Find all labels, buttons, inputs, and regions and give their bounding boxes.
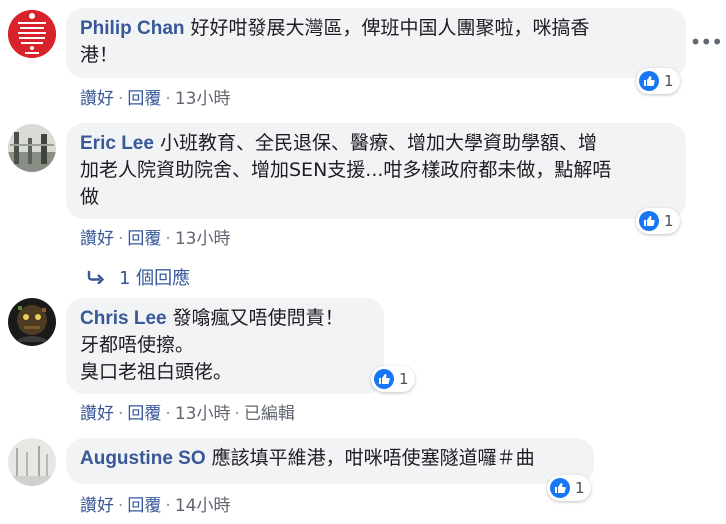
- separator: ·: [165, 404, 171, 424]
- avatar[interactable]: [8, 298, 56, 346]
- reaction-count: 1: [575, 479, 585, 497]
- reply-button[interactable]: 回覆: [127, 89, 161, 109]
- reply-arrow-icon: [87, 268, 105, 289]
- timestamp[interactable]: 13小時: [175, 89, 231, 109]
- comment-bubble: Philip Chan 好好咁發展大灣區，俾班中国人團聚啦，咪搞香 港！: [66, 8, 686, 78]
- comment-text: 小班教育、全民退保、醫療、增加大學資助學額、增 加老人院資助院舍、增加SEN支援…: [80, 132, 612, 208]
- thumbs-up-icon: [639, 71, 659, 91]
- edited-label[interactable]: 已編輯: [244, 404, 295, 424]
- reaction-summary[interactable]: 1: [371, 366, 415, 392]
- comment-actions: 讚好 · 回覆 · 13小時: [80, 84, 230, 109]
- comment-author[interactable]: Augustine SO: [80, 448, 206, 469]
- thumbs-up-icon: [374, 369, 394, 389]
- reaction-count: 1: [664, 72, 674, 90]
- avatar[interactable]: [8, 10, 56, 58]
- more-icon[interactable]: •••: [690, 30, 723, 54]
- avatar-image: [8, 298, 56, 346]
- reaction-count: 1: [664, 212, 674, 230]
- separator: ·: [118, 89, 124, 109]
- separator: ·: [234, 404, 240, 424]
- comment-author[interactable]: Philip Chan: [80, 18, 185, 39]
- reaction-summary[interactable]: 1: [636, 208, 680, 234]
- comment-actions: 讚好 · 回覆 · 14小時: [80, 491, 230, 516]
- separator: ·: [118, 496, 124, 516]
- avatar[interactable]: [8, 438, 56, 486]
- replies-label: 1 個回應: [119, 268, 191, 289]
- comment-actions: 讚好 · 回覆 · 13小時: [80, 224, 230, 249]
- like-button[interactable]: 讚好: [80, 496, 114, 516]
- separator: ·: [165, 229, 171, 249]
- thumbs-up-icon: [550, 478, 570, 498]
- view-replies-link[interactable]: 1 個回應: [87, 264, 190, 290]
- thumbs-up-icon: [639, 211, 659, 231]
- comment-bubble: Eric Lee 小班教育、全民退保、醫療、增加大學資助學額、增 加老人院資助院舍…: [66, 123, 686, 219]
- separator: ·: [118, 229, 124, 249]
- reaction-count: 1: [399, 370, 409, 388]
- like-button[interactable]: 讚好: [80, 229, 114, 249]
- reply-button[interactable]: 回覆: [127, 229, 161, 249]
- comment-author[interactable]: Chris Lee: [80, 308, 167, 329]
- comment-bubble: Augustine SO 應該填平維港，咁咪唔使塞隧道囉＃曲: [66, 438, 594, 484]
- comment-bubble: Chris Lee 發噏瘋又唔使問責！ 牙都唔使擦。 臭口老祖白頭佬。: [66, 298, 384, 394]
- timestamp[interactable]: 13小時: [175, 229, 231, 249]
- comment-author[interactable]: Eric Lee: [80, 133, 154, 154]
- reaction-summary[interactable]: 1: [636, 68, 680, 94]
- reaction-summary[interactable]: 1: [547, 475, 591, 501]
- reply-button[interactable]: 回覆: [127, 496, 161, 516]
- comment-actions: 讚好 · 回覆 · 13小時 · 已編輯: [80, 399, 295, 424]
- separator: ·: [118, 404, 124, 424]
- reply-button[interactable]: 回覆: [127, 404, 161, 424]
- separator: ·: [165, 496, 171, 516]
- avatar-image: [8, 438, 56, 486]
- avatar[interactable]: [8, 124, 56, 172]
- comment-text: 應該填平維港，咁咪唔使塞隧道囉＃曲: [211, 447, 535, 469]
- timestamp[interactable]: 13小時: [175, 404, 231, 424]
- like-button[interactable]: 讚好: [80, 404, 114, 424]
- like-button[interactable]: 讚好: [80, 89, 114, 109]
- separator: ·: [165, 89, 171, 109]
- avatar-image: [8, 124, 56, 172]
- timestamp[interactable]: 14小時: [175, 496, 231, 516]
- avatar-image: [8, 10, 56, 58]
